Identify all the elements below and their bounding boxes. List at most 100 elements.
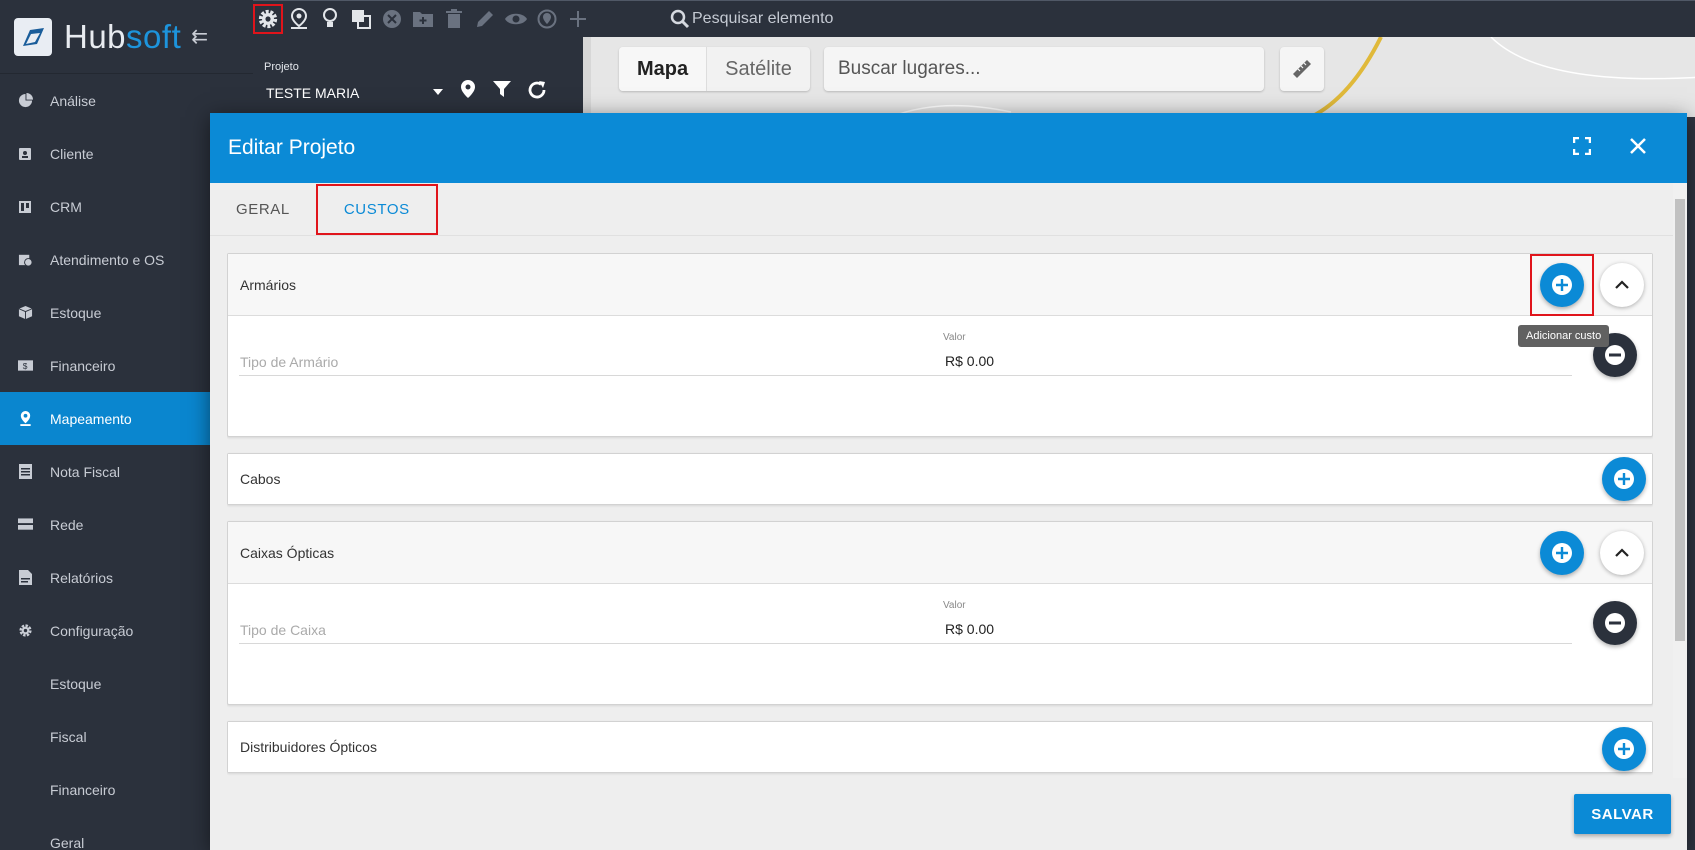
- map-type-toggle: Mapa Satélite: [619, 47, 810, 91]
- sidebar-item-label: Financeiro: [50, 357, 116, 374]
- scrollbar-thumb[interactable]: [1675, 199, 1685, 641]
- trash-icon[interactable]: [439, 4, 469, 34]
- collapse-section-button[interactable]: [1600, 263, 1644, 307]
- eye-icon[interactable]: [501, 4, 531, 34]
- settings-gear-icon[interactable]: [253, 4, 283, 34]
- value-label: Valor: [943, 332, 966, 343]
- section-title: Caixas Ópticas: [240, 544, 335, 561]
- sidebar-item-label: Rede: [50, 516, 84, 533]
- location-pin-icon[interactable]: [458, 79, 478, 106]
- tab-custos[interactable]: CUSTOS: [315, 183, 438, 235]
- plus-icon[interactable]: [563, 4, 593, 34]
- map-pin-icon: [17, 411, 33, 427]
- dialog-header: Editar Projeto: [210, 113, 1687, 183]
- tab-geral[interactable]: GERAL: [210, 183, 316, 236]
- project-select[interactable]: TESTE MARIA: [266, 85, 359, 101]
- map-toolbar: Pesquisar elemento: [253, 0, 1695, 37]
- sidebar-item-label: CRM: [50, 198, 82, 215]
- board-icon: [17, 199, 33, 215]
- sidebar-item-label: Estoque: [50, 304, 102, 321]
- server-icon: [17, 517, 33, 533]
- sidebar-item-label: Relatórios: [50, 569, 114, 586]
- id-card-icon: [17, 146, 33, 162]
- remove-cost-button[interactable]: [1593, 601, 1637, 645]
- sidebar-subitem-label: Estoque: [50, 675, 102, 692]
- fullscreen-icon[interactable]: [1572, 136, 1592, 160]
- add-cost-button[interactable]: [1540, 531, 1584, 575]
- add-cost-button[interactable]: [1602, 727, 1646, 771]
- section-caixas-opticas: Caixas Ópticas Tipo de Caixa Valor R$ 0.…: [227, 521, 1653, 705]
- target-pin-icon[interactable]: [532, 4, 562, 34]
- box-type-field[interactable]: Tipo de Caixa: [239, 594, 949, 644]
- chevron-up-icon: [1615, 548, 1629, 557]
- section-header: Cabos: [228, 454, 1652, 504]
- map-mode-button[interactable]: Mapa: [619, 47, 708, 91]
- sidebar-item-label: Atendimento e OS: [50, 251, 165, 268]
- dialog-scrollbar[interactable]: [1673, 183, 1687, 780]
- section-armarios: Armários Tipo de Armário Valor R$ 0.00 A…: [227, 253, 1653, 437]
- chevron-up-icon: [1615, 280, 1629, 289]
- ruler-icon[interactable]: [1280, 47, 1324, 91]
- section-body: Tipo de Caixa Valor R$ 0.00: [228, 584, 1652, 704]
- cancel-circle-icon[interactable]: [377, 4, 407, 34]
- chevron-down-icon[interactable]: [433, 89, 443, 95]
- sidebar-subitem-label: Geral: [50, 834, 85, 850]
- copy-layers-icon[interactable]: [346, 4, 376, 34]
- section-body: Tipo de Armário Valor R$ 0.00: [228, 316, 1652, 436]
- sidebar-subitem-label: Financeiro: [50, 781, 116, 798]
- places-search-input[interactable]: Buscar lugares...: [824, 47, 1264, 91]
- collapse-menu-icon[interactable]: ⇇: [191, 24, 208, 49]
- dialog-tabs: GERAL CUSTOS: [210, 183, 1687, 236]
- section-title: Armários: [240, 276, 297, 293]
- logo-soft: soft: [126, 17, 182, 55]
- cabinet-type-field[interactable]: Tipo de Armário: [239, 326, 949, 376]
- box-icon: [17, 305, 33, 321]
- plus-circle-icon: [1614, 739, 1634, 759]
- document-icon: [17, 464, 33, 480]
- value-input: R$ 0.00: [945, 353, 995, 369]
- money-icon: $: [17, 358, 33, 374]
- satellite-mode-button[interactable]: Satélite: [707, 47, 810, 91]
- chart-pie-icon: [17, 93, 33, 109]
- section-header: Armários: [228, 254, 1652, 316]
- calendar-clock-icon: [17, 252, 33, 268]
- add-location-icon[interactable]: [284, 4, 314, 34]
- project-label: Projeto: [264, 61, 299, 73]
- sidebar-item-label: Análise: [50, 92, 96, 109]
- report-icon: [17, 570, 33, 586]
- cabinet-value-field[interactable]: Valor R$ 0.00: [942, 326, 1572, 376]
- sidebar-item-label: Nota Fiscal: [50, 463, 121, 480]
- add-cost-button[interactable]: [1602, 457, 1646, 501]
- plus-circle-icon: [1614, 469, 1634, 489]
- box-value-field[interactable]: Valor R$ 0.00: [942, 594, 1572, 644]
- map-area[interactable]: Mapa Satélite Buscar lugares...: [583, 37, 1695, 117]
- element-search-placeholder: Pesquisar elemento: [692, 10, 834, 27]
- sidebar-item-label: Configuração: [50, 622, 134, 639]
- lightbulb-icon[interactable]: [315, 4, 345, 34]
- gear-icon: [17, 623, 33, 639]
- value-input: R$ 0.00: [945, 621, 995, 637]
- element-search[interactable]: Pesquisar elemento: [670, 9, 833, 29]
- box-type-placeholder: Tipo de Caixa: [240, 622, 326, 638]
- section-title: Distribuidores Ópticos: [240, 739, 377, 755]
- plus-circle-icon: [1552, 275, 1572, 295]
- project-panel: Projeto TESTE MARIA: [253, 37, 583, 117]
- dialog-footer: SALVAR: [210, 778, 1687, 850]
- sidebar-item-label: Cliente: [50, 145, 94, 162]
- minus-circle-icon: [1605, 345, 1625, 365]
- logo-bar: Hubsoft ⇇: [0, 0, 253, 74]
- add-cost-button[interactable]: [1540, 263, 1584, 307]
- add-cost-tooltip: Adicionar custo: [1518, 325, 1610, 347]
- costs-content: Armários Tipo de Armário Valor R$ 0.00 A…: [227, 253, 1653, 778]
- pencil-icon[interactable]: [470, 4, 500, 34]
- minus-circle-icon: [1605, 613, 1625, 633]
- add-folder-icon[interactable]: [408, 4, 438, 34]
- refresh-icon[interactable]: [526, 79, 548, 106]
- filter-icon[interactable]: [492, 79, 512, 106]
- close-icon[interactable]: [1629, 137, 1647, 160]
- save-button[interactable]: SALVAR: [1574, 794, 1671, 834]
- cabinet-type-placeholder: Tipo de Armário: [240, 354, 339, 370]
- collapse-section-button[interactable]: [1600, 531, 1644, 575]
- logo-text: Hubsoft: [64, 18, 181, 56]
- section-header: Caixas Ópticas: [228, 522, 1652, 584]
